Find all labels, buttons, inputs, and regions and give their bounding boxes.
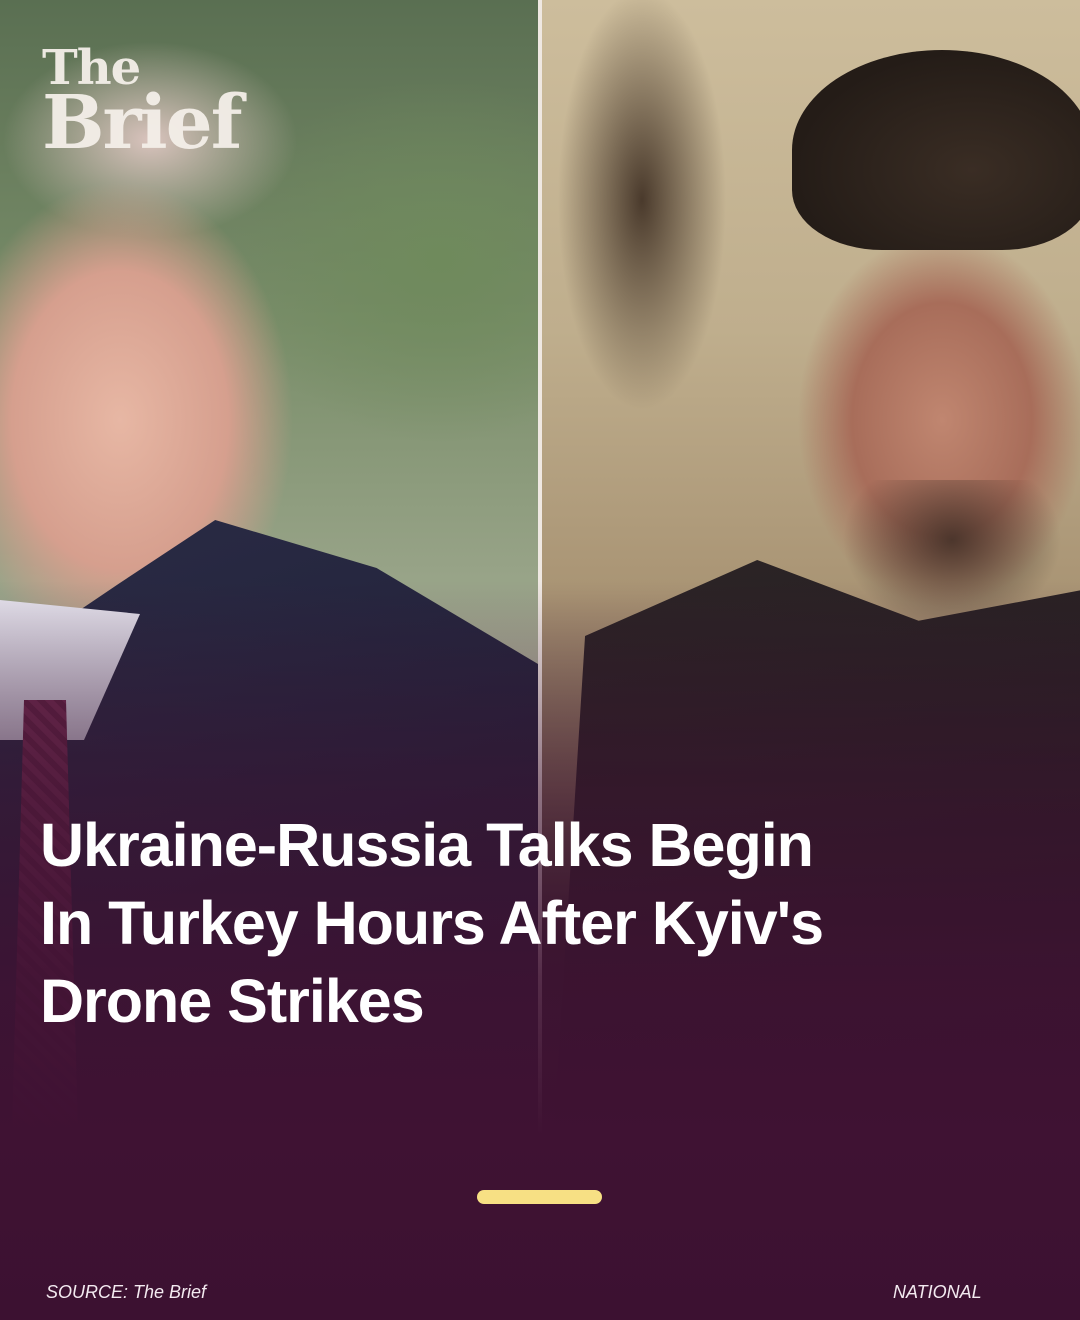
headline-line-2: In Turkey Hours After Kyiv's [40,889,824,957]
source-label: SOURCE: The Brief [46,1282,207,1302]
category-label: NATIONAL [893,1282,982,1302]
headline-line-1: Ukraine-Russia Talks Begin [40,811,814,879]
carousel-indicator-active[interactable] [477,1190,602,1204]
gradient-overlay [0,0,1080,1320]
headline-line-3: Drone Strikes [40,967,425,1035]
brand-logo-line2: Brief [42,80,243,166]
news-card: The Brief Ukraine-Russia Talks Begin In … [0,0,1080,1320]
headline: Ukraine-Russia Talks Begin In Turkey Hou… [40,806,940,1040]
brand-logo: The Brief [42,44,243,166]
